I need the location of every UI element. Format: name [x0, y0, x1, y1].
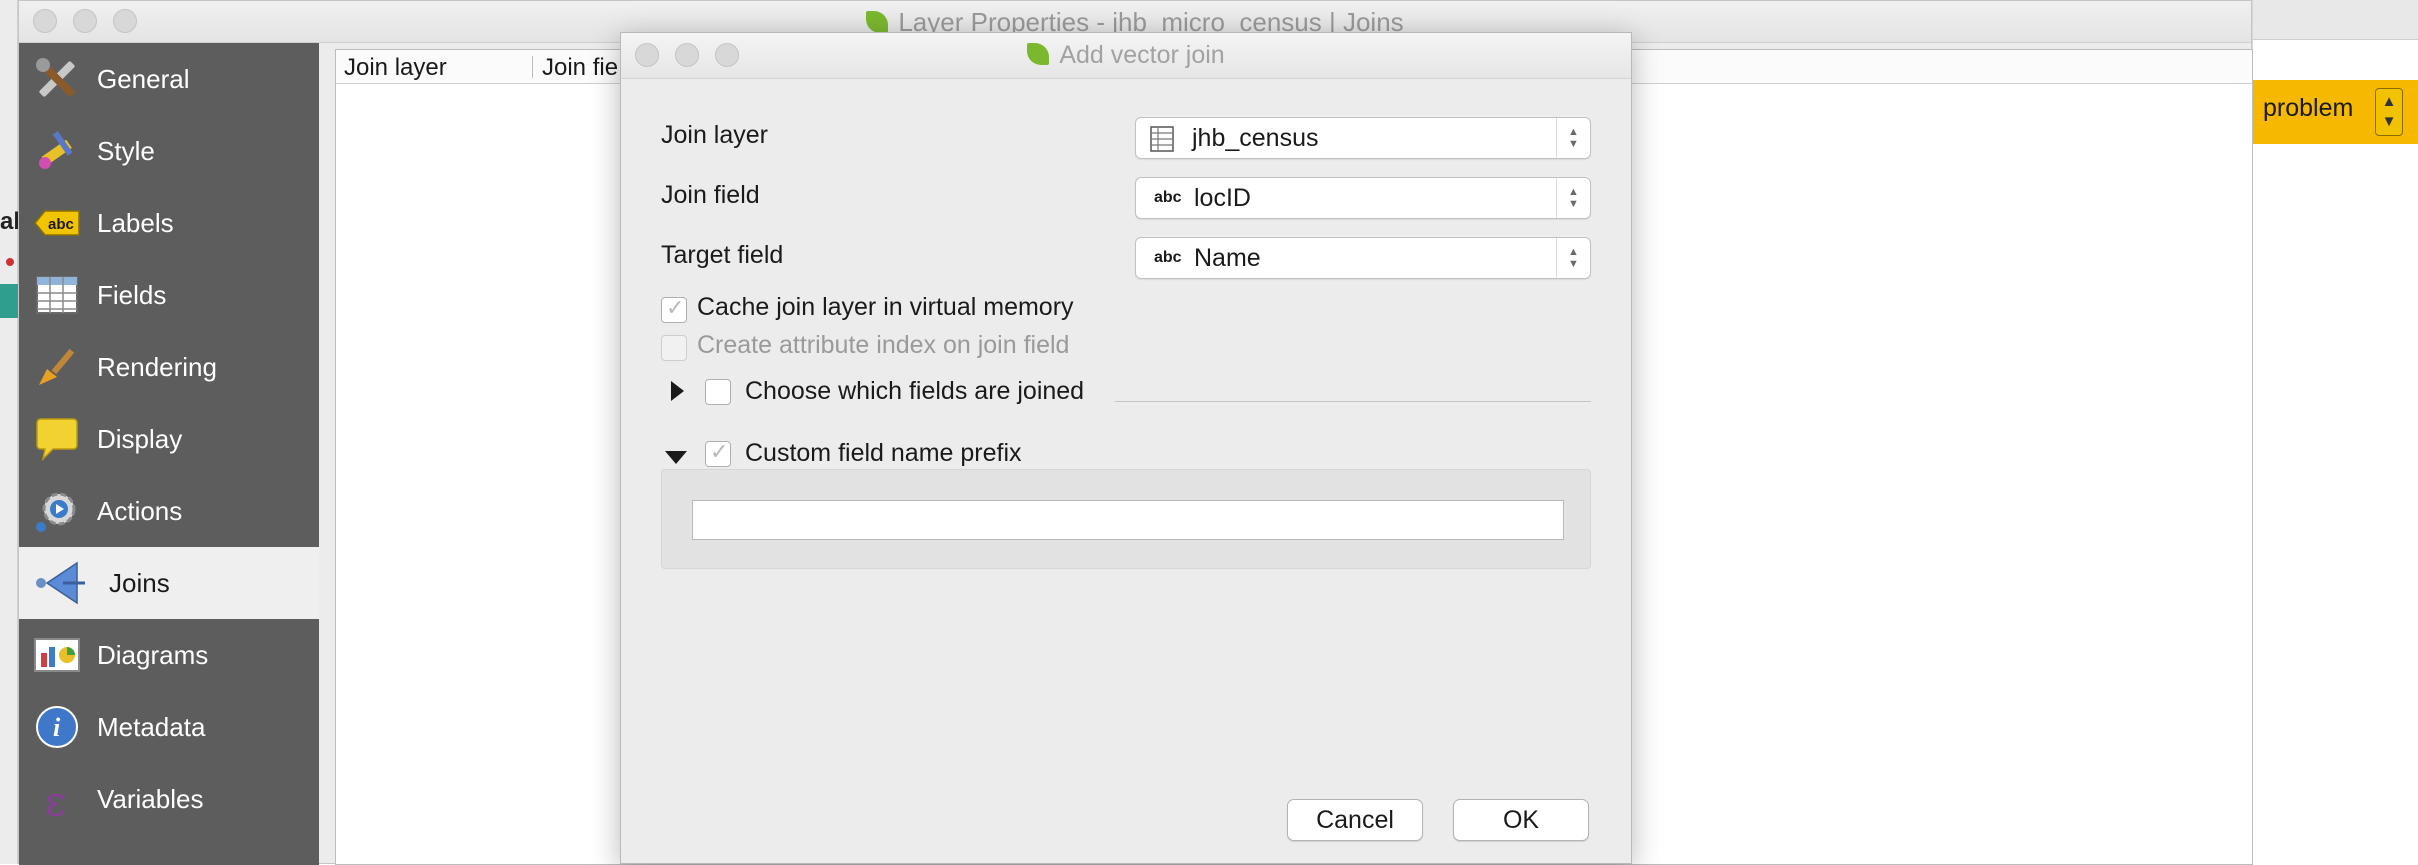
expand-right-icon[interactable]: [671, 381, 684, 401]
join-field-select[interactable]: abc locID ▲ ▼: [1135, 177, 1591, 219]
sidebar-item-label: Actions: [97, 495, 183, 526]
sidebar-item-labels[interactable]: abc Labels: [19, 187, 319, 259]
problem-bar[interactable]: problem ▲ ▼: [2253, 80, 2418, 144]
background-band: [0, 284, 18, 318]
sidebar-item-label: Variables: [97, 783, 204, 814]
sidebar: General Style abc Labels Fields Renderin…: [19, 43, 319, 865]
chevron-updown-icon: ▲ ▼: [1556, 118, 1590, 158]
sidebar-item-metadata[interactable]: i Metadata: [19, 691, 319, 763]
join-field-label: Join field: [661, 181, 760, 209]
qgis-leaf-icon: [1027, 43, 1050, 65]
problem-stepper[interactable]: ▲ ▼: [2375, 88, 2403, 136]
sidebar-item-actions[interactable]: Actions: [19, 475, 319, 547]
table-layer-icon: [1150, 126, 1174, 157]
column-separator: [532, 56, 533, 78]
sidebar-item-display[interactable]: Display: [19, 403, 319, 475]
join-layer-value: jhb_census: [1192, 124, 1319, 152]
speech-bubble-icon: [31, 413, 83, 465]
group-divider: [1115, 401, 1591, 402]
sidebar-item-label: Diagrams: [97, 639, 209, 670]
rendering-brush-icon: [31, 341, 83, 393]
ok-button[interactable]: OK: [1453, 799, 1589, 841]
labels-abc-icon: abc: [31, 197, 83, 249]
checkmark-icon: ✓: [666, 295, 685, 320]
actions-gear-icon: [31, 485, 83, 537]
sidebar-item-general[interactable]: General: [19, 43, 319, 115]
sidebar-item-diagrams[interactable]: Diagrams: [19, 619, 319, 691]
joins-arrow-icon: [35, 557, 87, 609]
choose-fields-label[interactable]: Choose which fields are joined: [745, 377, 1084, 406]
dialog-title: Add vector join: [621, 41, 1631, 70]
attribute-index-label: Create attribute index on join field: [697, 331, 1070, 359]
svg-text:abc: abc: [48, 216, 74, 233]
paintbrush-icon: [31, 125, 83, 177]
svg-text:ε: ε: [45, 779, 66, 823]
sidebar-item-label: General: [97, 63, 190, 94]
text-type-icon: abc: [1154, 249, 1182, 266]
chevron-up-icon[interactable]: ▲: [2382, 92, 2397, 112]
chevron-updown-icon: ▲ ▼: [1556, 238, 1590, 278]
background-app-left: ab: [0, 0, 28, 864]
sidebar-item-label: Joins: [109, 567, 170, 598]
add-vector-join-dialog: Add vector join Join layer jhb_census ▲ ▼…: [620, 32, 1632, 864]
sidebar-item-label: Metadata: [97, 711, 206, 742]
attribute-index-checkbox[interactable]: [661, 335, 687, 361]
background-app-titlebar: [2253, 0, 2418, 40]
chevron-updown-icon: ▲ ▼: [1556, 178, 1590, 218]
sidebar-item-variables[interactable]: ε Variables: [19, 763, 319, 835]
sidebar-item-label: Style: [97, 135, 155, 166]
custom-prefix-checkbox[interactable]: ✓: [705, 439, 731, 467]
custom-prefix-label[interactable]: Custom field name prefix: [745, 439, 1022, 468]
sidebar-item-rendering[interactable]: Rendering: [19, 331, 319, 403]
sidebar-item-style[interactable]: Style: [19, 115, 319, 187]
join-layer-select[interactable]: jhb_census ▲ ▼: [1135, 117, 1591, 159]
svg-text:i: i: [53, 713, 61, 742]
join-layer-label: Join layer: [661, 121, 768, 149]
cancel-button[interactable]: Cancel: [1287, 799, 1423, 841]
dialog-title-text: Add vector join: [1059, 41, 1225, 69]
tools-icon: [31, 53, 83, 105]
custom-prefix-panel: [661, 469, 1591, 569]
column-header-join-layer[interactable]: Join layer: [344, 54, 447, 82]
chevron-down-icon[interactable]: ▼: [2382, 112, 2397, 132]
custom-prefix-input[interactable]: [692, 500, 1564, 540]
problem-label: problem: [2263, 94, 2354, 122]
sidebar-item-fields[interactable]: Fields: [19, 259, 319, 331]
join-field-value: locID: [1194, 184, 1251, 212]
sidebar-item-label: Labels: [97, 207, 174, 238]
column-header-join-field[interactable]: Join fie: [542, 54, 618, 82]
info-icon: i: [31, 701, 83, 753]
checkmark-icon: ✓: [710, 439, 729, 464]
sidebar-item-joins[interactable]: Joins: [19, 547, 319, 619]
cache-join-label[interactable]: Cache join layer in virtual memory: [697, 293, 1074, 322]
target-field-label: Target field: [661, 241, 784, 269]
sidebar-item-label: Fields: [97, 279, 167, 310]
dialog-titlebar: Add vector join: [621, 33, 1631, 79]
sidebar-item-label: Display: [97, 423, 183, 454]
diagrams-chart-icon: [31, 629, 83, 681]
epsilon-icon: ε: [31, 773, 83, 825]
text-type-icon: abc: [1154, 189, 1182, 206]
sidebar-item-label: Rendering: [97, 351, 217, 382]
qgis-leaf-icon: [866, 11, 889, 33]
cache-join-checkbox[interactable]: ✓: [661, 295, 687, 323]
collapse-down-icon[interactable]: [665, 451, 687, 464]
target-field-select[interactable]: abc Name ▲ ▼: [1135, 237, 1591, 279]
choose-fields-checkbox[interactable]: [705, 379, 731, 405]
background-dot-icon: [6, 258, 14, 266]
target-field-value: Name: [1194, 244, 1261, 272]
background-app-right: problem ▲ ▼: [2252, 0, 2418, 864]
fields-table-icon: [31, 269, 83, 321]
